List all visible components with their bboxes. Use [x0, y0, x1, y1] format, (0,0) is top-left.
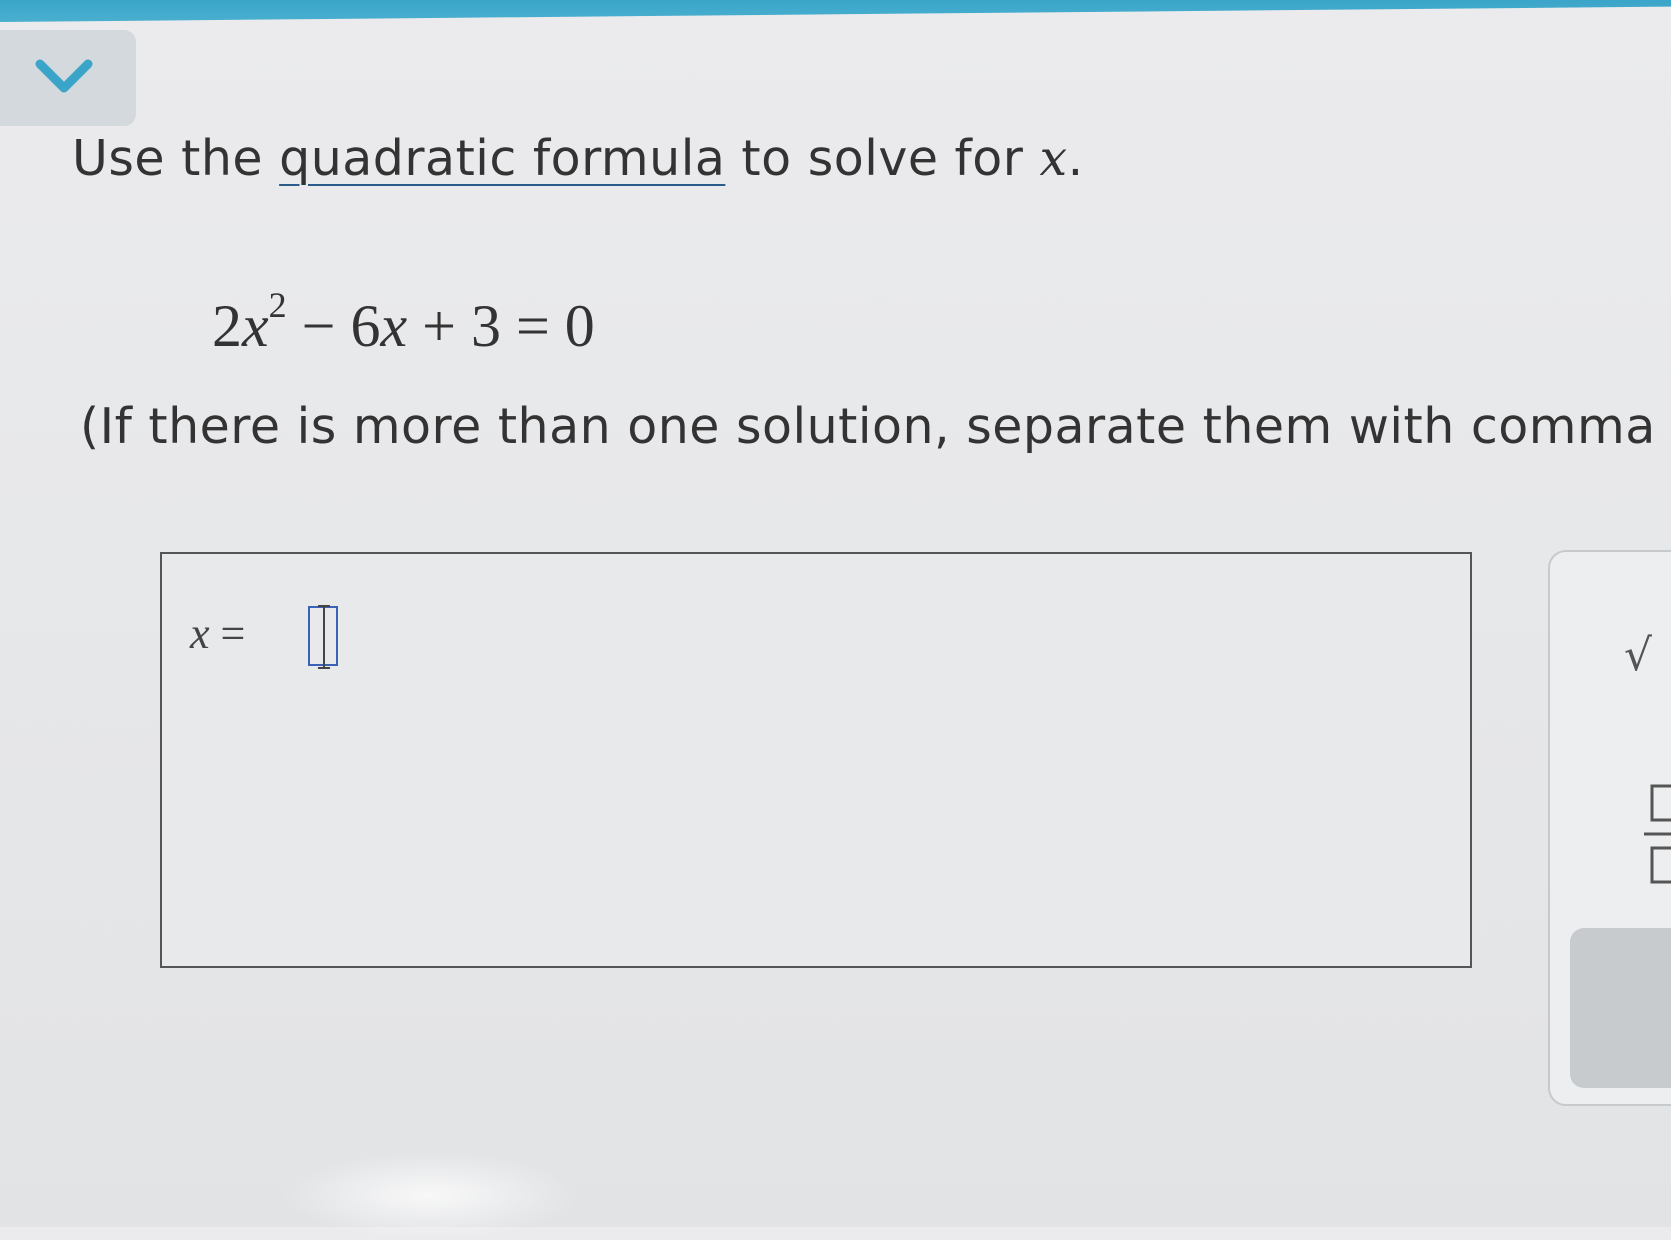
square-root-button[interactable]: √: [1624, 630, 1652, 681]
answer-equals: =: [209, 609, 246, 658]
quadratic-formula-link[interactable]: quadratic formula: [279, 130, 725, 187]
equation-constant: + 3 = 0: [407, 293, 595, 359]
equation-linear-coefficient: − 6: [286, 293, 381, 359]
prompt-variable: x: [1039, 130, 1068, 187]
answer-variable: x: [190, 609, 210, 658]
prompt-text-after: to solve for: [725, 130, 1040, 187]
answer-area[interactable]: x =: [160, 552, 1472, 968]
equation-variable: x: [242, 293, 269, 359]
collapse-button[interactable]: [0, 30, 136, 126]
equation-coefficient: 2: [212, 293, 242, 359]
quadratic-equation: 2x2 − 6x + 3 = 0: [212, 285, 595, 361]
square-root-icon: √: [1624, 630, 1653, 681]
chevron-down-icon: [35, 59, 93, 93]
top-accent-bar: [0, 0, 1671, 22]
question-prompt: Use the quadratic formula to solve for x…: [72, 130, 1084, 187]
prompt-text-before: Use the: [72, 130, 280, 187]
fraction-icon: [1644, 784, 1671, 884]
equation-exponent: 2: [268, 285, 287, 325]
fraction-button[interactable]: [1642, 780, 1671, 890]
equation-linear-variable: x: [380, 293, 408, 359]
prompt-end: .: [1067, 130, 1084, 187]
math-toolbar: √: [1548, 550, 1671, 1106]
answer-input[interactable]: [308, 606, 338, 666]
toolbar-gray-button[interactable]: [1570, 928, 1671, 1088]
instruction-text: (If there is more than one solution, sep…: [80, 398, 1656, 455]
answer-label: x =: [190, 608, 245, 659]
